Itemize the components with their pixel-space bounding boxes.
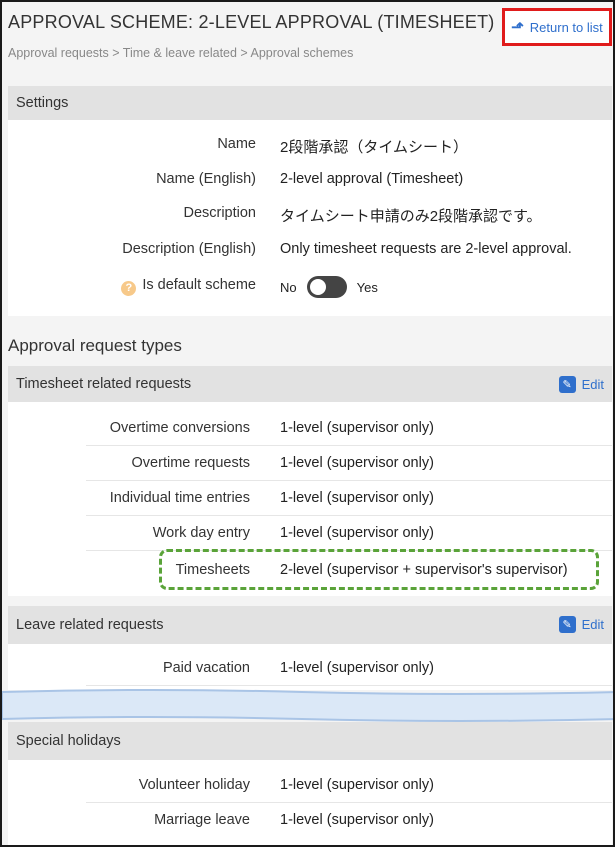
settings-section-header: Settings — [8, 86, 612, 120]
settings-panel: Name 2段階承認（タイムシート） Name (English) 2-leve… — [8, 120, 612, 316]
pencil-icon: ✎ — [558, 376, 576, 393]
setting-label: ? Is default scheme — [121, 277, 256, 296]
content-break-band — [2, 689, 613, 722]
request-type-level: 1-level (supervisor only) — [280, 490, 434, 506]
page-frame: APPROVAL SCHEME: 2-LEVEL APPROVAL (TIMES… — [0, 0, 615, 847]
request-type-label: Work day entry — [152, 525, 250, 541]
return-to-list-button[interactable]: ⬏ Return to list — [502, 8, 612, 46]
table-row: Individual time entries 1-level (supervi… — [8, 481, 612, 516]
timesheet-group-title: Timesheet related requests — [16, 376, 192, 392]
setting-label: Description (English) — [122, 241, 256, 257]
table-row: Work day entry 1-level (supervisor only) — [8, 516, 612, 551]
toggle-yes-label: Yes — [356, 279, 378, 295]
special-holidays-panel: Volunteer holiday 1-level (supervisor on… — [8, 760, 612, 845]
default-scheme-toggle[interactable] — [306, 276, 347, 298]
timesheet-group-header: Timesheet related requests ✎ Edit — [8, 366, 612, 402]
setting-value: Only timesheet requests are 2-level appr… — [280, 241, 572, 257]
approval-types-heading: Approval request types — [8, 336, 182, 355]
request-type-label: Marriage leave — [154, 812, 250, 828]
request-type-level: 1-level (supervisor only) — [280, 660, 434, 676]
row-divider — [86, 685, 612, 686]
setting-label: Name — [217, 136, 256, 152]
leave-group-panel: Paid vacation 1-level (supervisor only) — [8, 644, 612, 690]
leave-edit-button[interactable]: ✎ Edit — [558, 616, 604, 633]
setting-value: 2段階承認（タイムシート） — [280, 139, 469, 156]
leave-group-title: Leave related requests — [16, 617, 164, 633]
default-scheme-label: Is default scheme — [142, 277, 256, 293]
request-type-label: Volunteer holiday — [138, 777, 250, 793]
timesheets-highlight — [159, 549, 599, 590]
setting-value: タイムシート申請のみ2段階承認です。 — [280, 208, 542, 225]
leave-group-header: Leave related requests ✎ Edit — [8, 606, 612, 644]
return-arrow-icon: ⬏ — [511, 19, 524, 36]
table-row: Marriage leave 1-level (supervisor only) — [8, 803, 612, 838]
settings-title: Settings — [16, 95, 69, 111]
request-type-label: Overtime requests — [131, 455, 250, 471]
toggle-knob — [309, 279, 326, 295]
pencil-icon: ✎ — [558, 616, 576, 633]
request-type-level: 1-level (supervisor only) — [280, 812, 434, 828]
setting-label: Description — [183, 205, 256, 221]
setting-label: Name (English) — [156, 171, 256, 187]
breadcrumb[interactable]: Approval requests > Time & leave related… — [8, 46, 353, 60]
request-type-level: 1-level (supervisor only) — [280, 420, 434, 436]
request-type-level: 1-level (supervisor only) — [280, 525, 434, 541]
special-group-title: Special holidays — [16, 733, 121, 749]
toggle-no-label: No — [280, 279, 297, 295]
default-scheme-toggle-group: No Yes — [280, 276, 378, 298]
request-type-label: Overtime conversions — [109, 420, 250, 436]
edit-label: Edit — [581, 377, 604, 392]
page-title: APPROVAL SCHEME: 2-LEVEL APPROVAL (TIMES… — [8, 12, 495, 32]
return-to-list-label: Return to list — [529, 19, 603, 35]
request-type-level: 1-level (supervisor only) — [280, 777, 434, 793]
timesheet-edit-button[interactable]: ✎ Edit — [558, 376, 604, 393]
help-icon[interactable]: ? — [121, 280, 137, 296]
request-type-label: Individual time entries — [109, 490, 250, 506]
table-row: Overtime requests 1-level (supervisor on… — [8, 446, 612, 481]
table-row: Volunteer holiday 1-level (supervisor on… — [8, 768, 612, 803]
table-row: Paid vacation 1-level (supervisor only) — [8, 651, 612, 686]
edit-label: Edit — [581, 617, 604, 632]
request-type-level: 1-level (supervisor only) — [280, 455, 434, 471]
table-row: Overtime conversions 1-level (supervisor… — [8, 411, 612, 446]
setting-value: 2-level approval (Timesheet) — [280, 171, 464, 187]
request-type-label: Paid vacation — [162, 660, 250, 676]
special-holidays-header: Special holidays — [8, 722, 612, 760]
